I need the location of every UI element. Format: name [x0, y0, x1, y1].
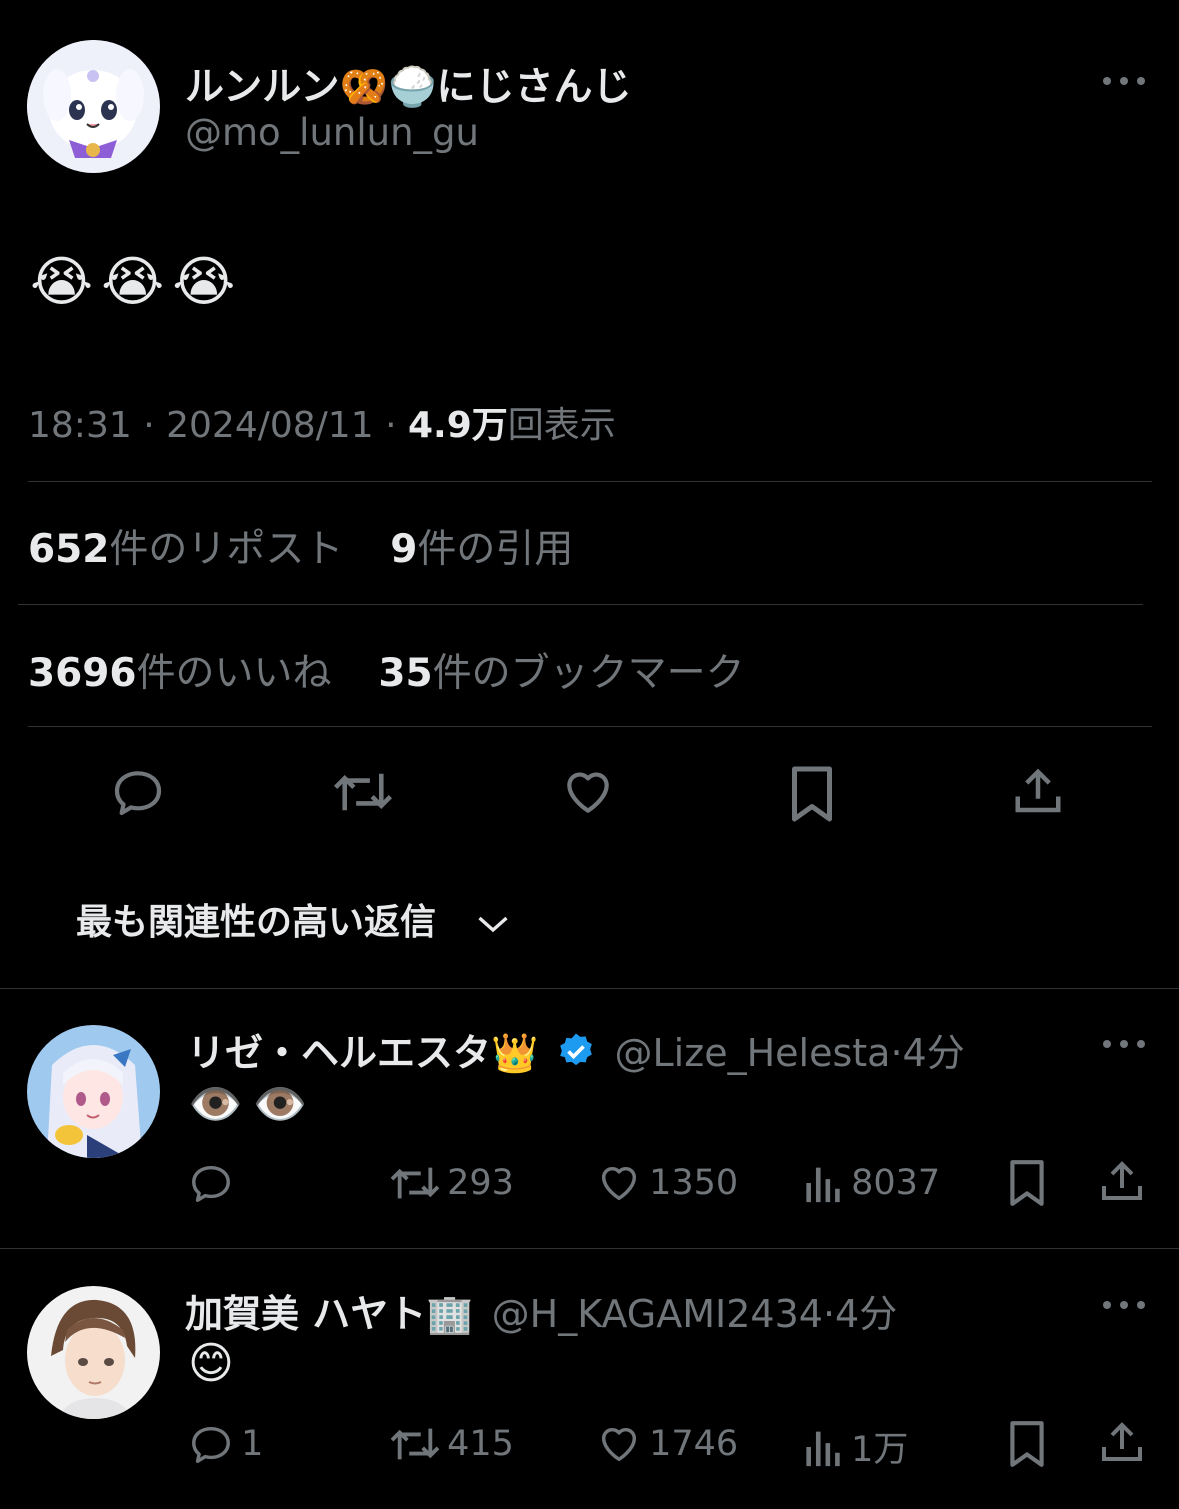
share-icon[interactable] — [1011, 764, 1065, 820]
engagement-row-1: 652件のリポスト 9件の引用 — [28, 518, 573, 574]
divider — [0, 1248, 1179, 1249]
quotes-stat[interactable]: 9件の引用 — [390, 527, 573, 572]
views-label: 回表示 — [507, 405, 616, 446]
more-icon[interactable] — [1102, 60, 1146, 95]
reply-icon[interactable] — [186, 1160, 236, 1206]
reply-action[interactable]: 1 — [186, 1421, 263, 1467]
reply-count: 1 — [241, 1424, 264, 1464]
meta-separator: · — [890, 1031, 903, 1075]
like-action[interactable]: 1746 — [594, 1421, 738, 1467]
like-icon — [594, 1421, 644, 1467]
repost-icon[interactable] — [331, 764, 395, 820]
view-count: 8037 — [851, 1163, 941, 1203]
divider — [18, 604, 1143, 605]
author-avatar[interactable] — [27, 40, 160, 173]
author-display-name[interactable]: ルンルン🥨🍚にじさんじ — [185, 56, 632, 112]
reply-avatar[interactable] — [27, 1025, 160, 1158]
views-icon — [802, 1424, 846, 1470]
divider — [28, 481, 1152, 482]
reply-header: 加賀美 ハヤト🏢 @H_KAGAMI2434·4分 — [185, 1283, 897, 1338]
reply-sort-label: 最も関連性の高い返信 — [76, 902, 437, 943]
repost-icon — [388, 1421, 442, 1467]
views-count: 4.9万 — [407, 405, 508, 446]
repost-action[interactable]: 415 — [388, 1421, 514, 1467]
bookmark-icon[interactable] — [1006, 1158, 1048, 1208]
author-handle[interactable]: @mo_lunlun_gu — [185, 111, 479, 154]
reply-display-name[interactable]: 加賀美 ハヤト🏢 — [185, 1292, 474, 1336]
like-count: 1746 — [649, 1424, 739, 1464]
like-action[interactable]: 1350 — [594, 1160, 738, 1206]
like-count: 1350 — [649, 1163, 739, 1203]
reply-sort-selector[interactable]: 最も関連性の高い返信 — [76, 893, 511, 945]
reply-icon[interactable] — [108, 764, 168, 820]
meta-separator: · — [143, 405, 155, 446]
bookmark-icon[interactable] — [1006, 1419, 1048, 1469]
view-count: 1万 — [851, 1430, 909, 1470]
reply-handle[interactable]: @H_KAGAMI2434 — [492, 1292, 823, 1336]
reply-header: リゼ・ヘルエスタ👑 @Lize_Helesta·4分 — [187, 1022, 965, 1077]
more-icon[interactable] — [1102, 1038, 1146, 1050]
share-icon[interactable] — [1098, 1419, 1146, 1467]
tweet-meta: 18:31 · 2024/08/11 · 4.9万回表示 — [28, 396, 616, 448]
divider — [28, 726, 1152, 727]
reply-body: 😊 — [188, 1338, 234, 1389]
share-icon[interactable] — [1098, 1158, 1146, 1206]
like-icon — [594, 1160, 644, 1206]
divider — [0, 988, 1179, 989]
likes-stat[interactable]: 3696件のいいね — [28, 651, 332, 696]
bookmarks-stat[interactable]: 35件のブックマーク — [378, 651, 744, 696]
meta-separator: · — [822, 1292, 836, 1336]
like-icon[interactable] — [559, 764, 617, 820]
tweet-date[interactable]: 2024/08/11 — [166, 405, 374, 446]
engagement-row-2: 3696件のいいね 35件のブックマーク — [28, 642, 745, 698]
tweet-time[interactable]: 18:31 — [28, 405, 132, 446]
repost-count: 415 — [447, 1424, 514, 1464]
verified-badge-icon — [556, 1031, 596, 1071]
reply-body: 👁️👁️ — [188, 1079, 318, 1130]
more-icon[interactable] — [1102, 1299, 1146, 1311]
repost-icon — [388, 1160, 442, 1206]
tweet-body: 😭😭😭 — [30, 250, 244, 313]
reply-icon — [186, 1421, 236, 1467]
reposts-stat[interactable]: 652件のリポスト — [28, 527, 343, 572]
reply-display-name[interactable]: リゼ・ヘルエスタ👑 — [187, 1031, 538, 1075]
repost-action[interactable]: 293 — [388, 1160, 514, 1206]
chevron-down-icon — [475, 913, 511, 935]
reply-time[interactable]: 4分 — [903, 1031, 965, 1075]
repost-count: 293 — [447, 1163, 514, 1203]
reply-handle[interactable]: @Lize_Helesta — [615, 1031, 891, 1075]
views-action[interactable]: 8037 — [802, 1160, 940, 1206]
meta-separator: · — [385, 405, 397, 446]
views-icon — [802, 1160, 846, 1206]
reply-avatar[interactable] — [27, 1286, 160, 1419]
bookmark-icon[interactable] — [787, 764, 837, 824]
reply-time[interactable]: 4分 — [835, 1292, 897, 1336]
views-action[interactable]: 1万 — [802, 1421, 908, 1472]
